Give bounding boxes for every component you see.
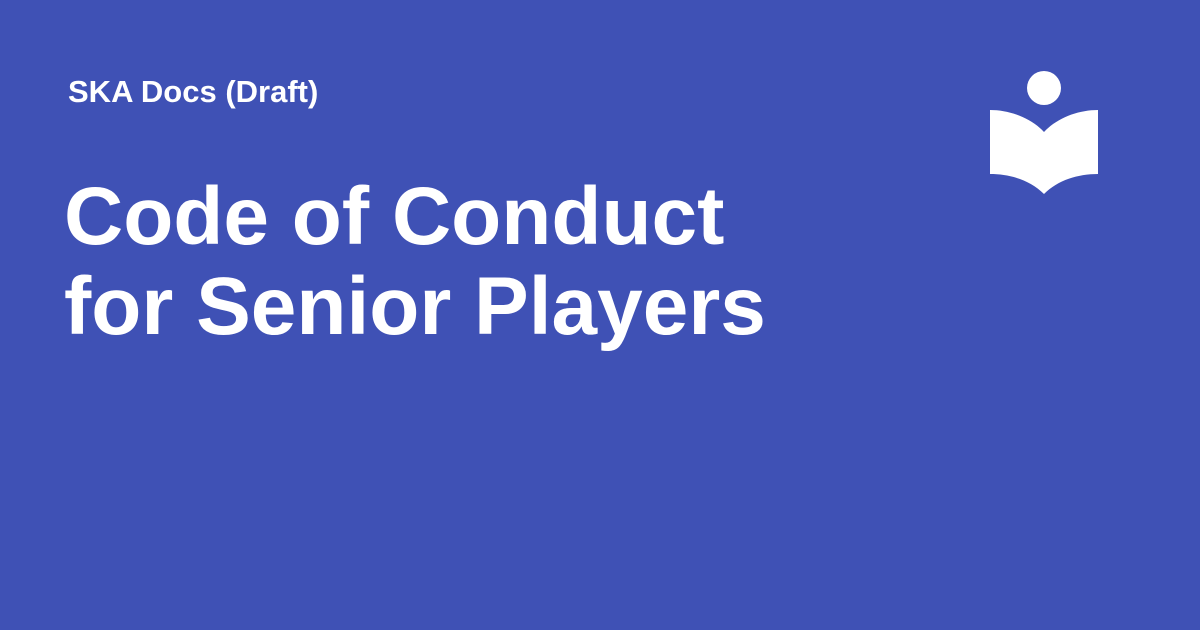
reading-person-book-icon bbox=[990, 71, 1098, 194]
site-name: SKA Docs (Draft) bbox=[68, 74, 319, 109]
page-title: Code of Conduct for Senior Players bbox=[64, 172, 964, 352]
social-card: SKA Docs (Draft) Code of Conduct for Sen… bbox=[0, 0, 1200, 630]
page-title-line-1: Code of Conduct bbox=[64, 171, 725, 262]
page-title-line-2: for Senior Players bbox=[64, 261, 766, 352]
